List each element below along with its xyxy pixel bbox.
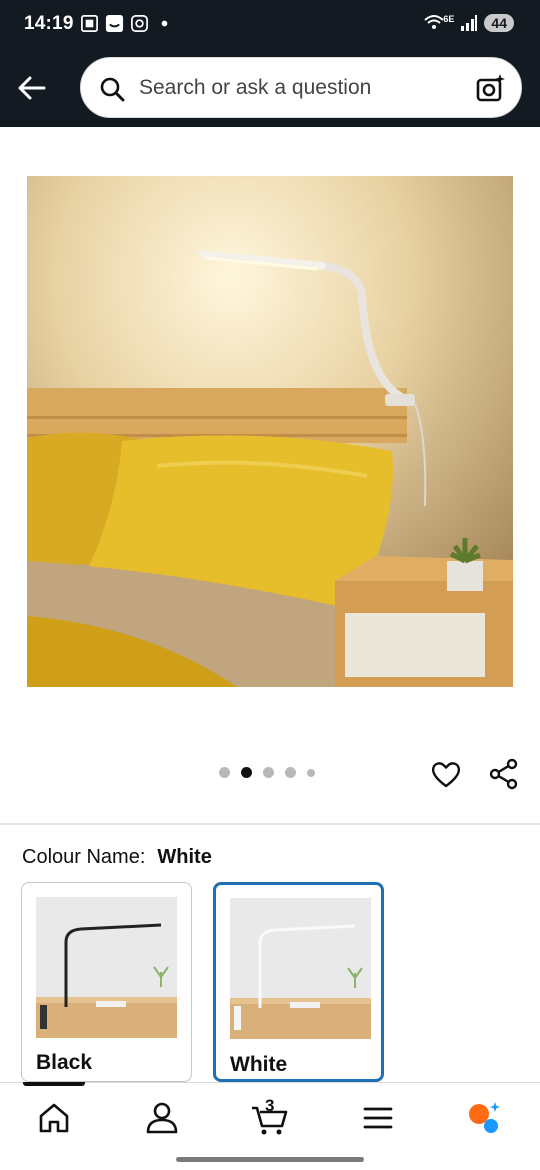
app-header: 14:19 6E 44 — [0, 0, 540, 127]
search-bar[interactable] — [80, 57, 522, 118]
search-input[interactable] — [139, 58, 459, 117]
carousel-dot[interactable] — [307, 768, 315, 777]
swatch-white-selected[interactable]: White — [213, 882, 384, 1082]
carousel-dot-active[interactable] — [241, 767, 252, 778]
notification-icons — [80, 14, 174, 33]
menu-icon[interactable] — [360, 1100, 396, 1136]
active-tab-indicator — [23, 1082, 85, 1086]
dot-indicator-icon — [161, 20, 168, 27]
instagram-icon — [131, 15, 148, 32]
swatch-white-label: White — [230, 1053, 288, 1076]
swatch-black[interactable]: Black — [21, 882, 192, 1082]
status-right: 6E 44 — [423, 14, 514, 32]
signal-icon — [461, 15, 478, 31]
carousel-dot[interactable] — [285, 767, 296, 778]
variation-selected-value: White — [157, 846, 212, 868]
wifi-icon — [424, 15, 445, 29]
network-type: 6E — [443, 14, 455, 24]
account-icon[interactable] — [144, 1100, 180, 1136]
battery-level: 44 — [484, 14, 514, 32]
variation-label-text: Colour Name: — [22, 846, 146, 868]
swatch-black-label: Black — [36, 1051, 93, 1074]
screenshot-icon — [81, 15, 98, 32]
product-image[interactable] — [27, 176, 513, 687]
status-time: 14:19 — [24, 13, 74, 34]
cart-button[interactable]: 3 — [250, 1096, 290, 1136]
swatch-black-image — [36, 897, 177, 1038]
system-home-indicator[interactable] — [176, 1157, 364, 1162]
share-icon[interactable] — [488, 758, 520, 790]
variation-label: Colour Name: White — [22, 846, 212, 869]
carousel-dot[interactable] — [263, 767, 274, 778]
swatch-white-image — [230, 898, 371, 1039]
carousel-indicators[interactable] — [219, 767, 315, 778]
camera-search-icon[interactable] — [475, 72, 507, 104]
amazon-app-icon — [105, 14, 124, 33]
rufus-assistant-icon[interactable] — [466, 1100, 502, 1136]
back-arrow-icon[interactable] — [14, 70, 50, 106]
status-bar: 14:19 6E 44 — [0, 0, 540, 50]
home-icon[interactable] — [36, 1100, 72, 1136]
cart-count: 3 — [265, 1096, 275, 1115]
wishlist-heart-icon[interactable] — [430, 758, 462, 790]
section-divider — [0, 823, 540, 825]
carousel-dot[interactable] — [219, 767, 230, 778]
search-icon — [100, 77, 125, 102]
